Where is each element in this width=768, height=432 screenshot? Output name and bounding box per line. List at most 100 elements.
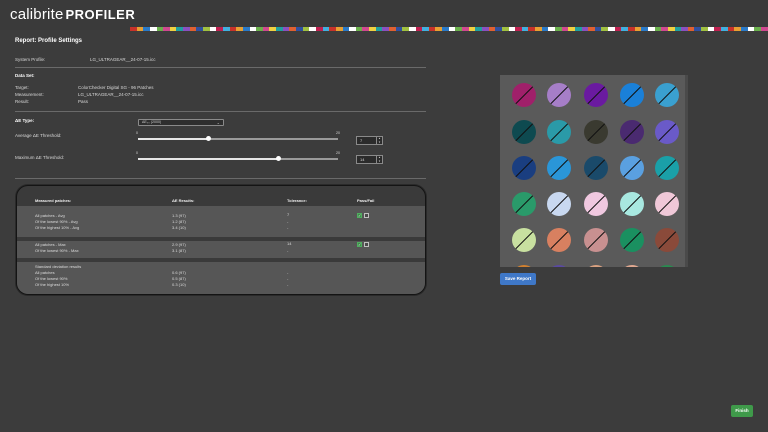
strip-swatch [634,27,642,31]
strip-swatch [541,27,549,31]
color-patch [655,265,679,267]
strip-swatch [760,27,768,31]
stepper-arrows-icon[interactable]: ▴ ▾ [376,136,382,144]
patch-divider [656,193,678,215]
strip-swatch [302,27,310,31]
patch-divider [585,266,607,267]
fail-checkbox[interactable] [364,242,369,247]
row-label: Of the highest 10% [35,282,70,287]
color-patch [655,192,679,216]
divider [15,178,426,179]
strip-swatch [282,27,290,31]
strip-swatch [621,27,629,31]
tolerance-dash: - [287,248,289,253]
color-patch [655,228,679,252]
max-slider-thumb[interactable] [275,156,281,161]
strip-swatch [754,27,761,31]
strip-swatch [714,27,722,31]
pass-checkbox[interactable]: ✓ [357,242,362,247]
strip-swatch [329,27,336,31]
target-label: Target: [15,85,29,90]
target-value: ColorChecker Digital SG - 96 Patches [78,85,154,90]
save-report-button[interactable]: Save Report [500,273,536,285]
patch-divider [621,121,643,143]
avg-threshold-value: 7 [360,138,363,143]
color-patch [547,120,571,144]
avg-threshold-input[interactable]: 7 ▴ ▾ [356,136,383,145]
max-threshold-label: Maximum ΔE Threshold: [15,155,65,160]
avg-slider-max: 20 [336,131,340,135]
strip-swatch [455,27,463,31]
strip-swatch [694,27,702,31]
avg-threshold-slider[interactable] [138,136,338,141]
strip-swatch [515,27,522,31]
patch-divider [621,266,643,267]
strip-swatch [481,27,489,31]
strip-swatch [727,27,735,31]
patch-panel-scrollbar[interactable] [685,75,688,267]
tolerance-dash: - [287,276,289,281]
patch-divider [548,157,570,179]
divider [15,67,426,68]
strip-swatch [315,27,323,31]
de-type-label: ΔE Type: [15,118,35,123]
color-patch [655,120,679,144]
avg-threshold-label: Average ΔE Threshold: [15,133,62,138]
strip-swatch [428,27,436,31]
tolerance-value: 14 [287,241,292,246]
dataset-heading: Data Set: [15,73,35,78]
color-patch [547,265,571,267]
strip-swatch [209,27,217,31]
stepper-arrows-icon[interactable]: ▴ ▾ [376,155,382,163]
std-heading: Standard deviation results [35,264,82,269]
strip-swatch [322,27,330,31]
strip-swatch [236,27,243,31]
strip-swatch [495,27,502,31]
max-threshold-slider[interactable] [138,156,338,161]
strip-swatch [555,27,562,31]
color-patch [512,156,536,180]
strip-swatch [222,27,230,31]
strip-swatch [335,27,343,31]
avg-slider-thumb[interactable] [205,136,211,141]
color-patch [512,120,536,144]
patch-divider [548,266,570,267]
strip-swatch [156,27,164,31]
top-bar: calibrite PROFILER [0,0,768,30]
fail-checkbox[interactable] [364,213,369,218]
strip-swatch [508,27,516,31]
strip-swatch [163,27,170,31]
strip-swatch [674,27,682,31]
max-slider-fill [138,158,278,160]
strip-swatch [448,27,456,31]
patch-preview-panel[interactable] [500,75,685,267]
strip-swatch [296,27,303,31]
strip-swatch [176,27,184,31]
strip-swatch [203,27,210,31]
color-patch [655,83,679,107]
logo-brand: calibrite [10,6,64,23]
color-patch [620,265,644,267]
strip-swatch [189,27,197,31]
pass-checkbox[interactable]: ✓ [357,213,362,218]
strip-swatch [594,27,602,31]
strip-swatch [641,27,648,31]
color-patch [547,192,571,216]
strip-swatch [242,27,250,31]
strip-swatch [442,27,449,31]
strip-swatch [355,27,363,31]
strip-swatch [667,27,675,31]
strip-swatch [628,27,635,31]
strip-swatch [382,27,389,31]
max-threshold-input[interactable]: 14 ▴ ▾ [356,155,383,164]
color-patch [620,156,644,180]
de-type-select[interactable]: ΔE₀₀ (2000) ⌄ [138,119,224,126]
row-label: All patches [35,270,55,275]
strip-swatch [408,27,416,31]
color-patch [512,83,536,107]
color-patch [512,265,536,267]
patch-divider [656,84,678,106]
strip-swatch [707,27,715,31]
finish-button[interactable]: Finish [731,405,753,417]
divider [15,111,426,112]
